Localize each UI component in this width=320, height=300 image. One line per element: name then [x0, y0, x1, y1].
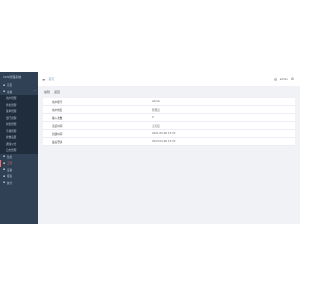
monitor-icon: ▪	[3, 154, 6, 159]
sidebar-item-label: 岗位管理	[6, 123, 17, 127]
hamburger-icon[interactable]: ≡	[42, 77, 45, 82]
app-window: CDS管理系统 ▪ 首页 ▪ 系统 ⌃ 用户管理 角色管理 菜单管理 部门管理 岗位管理 字典管理参…	[0, 72, 300, 224]
app-logo: CDS管理系统	[0, 72, 38, 82]
sidebar-item-label: 通知公告	[6, 142, 17, 146]
sidebar-item-label: 监控	[7, 155, 13, 159]
sidebar-item-label: 报表	[7, 175, 13, 179]
avatar[interactable]	[273, 77, 277, 81]
detail-card: 用户账号 admin 用户姓名 管理员输入次数 0 冻结时间 无冻结创建时间 2021-05-…	[43, 98, 295, 146]
detail-label: 用户账号	[52, 100, 63, 104]
detail-label: 创建时间	[52, 132, 63, 136]
detail-row: 创建时间 2021-05-06 13:23	[43, 130, 295, 138]
detail-row: 用户姓名 管理员	[43, 106, 295, 114]
detail-label: 最后登录	[52, 140, 63, 144]
detail-value: 2023-04-06 13:23	[152, 140, 176, 143]
sidebar-item-label: 用户管理	[6, 97, 17, 101]
settings-gear-icon[interactable]: ⚙	[291, 77, 294, 81]
sidebar-item-label: 参数设置	[6, 136, 17, 140]
sidebar: CDS管理系统 ▪ 首页 ▪ 系统 ⌃ 用户管理 角色管理 菜单管理 部门管理 岗位管理 字典管理参…	[0, 72, 38, 224]
detail-table: 用户账号 admin 用户姓名 管理员输入次数 0 冻结时间 无冻结创建时间 2021-05-…	[43, 98, 295, 146]
detail-value: admin	[152, 100, 161, 103]
detail-value: 0	[152, 116, 154, 119]
detail-row: 冻结时间 无冻结	[43, 122, 295, 130]
tool-icon: ▪	[3, 160, 6, 165]
detail-value: 无冻结	[152, 124, 160, 128]
detail-label: 用户姓名	[52, 108, 63, 112]
sidebar-item-label: 菜单管理	[6, 110, 17, 114]
sidebar-item-label: 字典管理	[6, 129, 17, 133]
header-username[interactable]: admin	[280, 78, 288, 81]
main-content: 编辑 返回 用户账号 admin 用户姓名 管理员输入次数 0 冻结时间 无冻结创建时间 20…	[38, 86, 300, 224]
sidebar-item-label: 工具	[7, 162, 13, 166]
header-right: admin ⚙	[273, 77, 294, 81]
home-icon: ▪	[3, 82, 6, 87]
sidebar-item-label: 日志管理	[6, 149, 17, 153]
breadcrumb[interactable]: 首页	[48, 77, 54, 81]
sidebar-item-label: 系统	[7, 90, 13, 94]
gear-icon: ▪	[3, 89, 6, 94]
sidebar-item-label: 设备	[7, 168, 13, 172]
toolbar: 编辑 返回	[38, 86, 300, 98]
sidebar-menu: ▪ 首页 ▪ 系统 ⌃ 用户管理 角色管理 菜单管理 部门管理 岗位管理 字典管理 参数设置 通知公告日…	[0, 82, 38, 186]
active-indicator	[0, 160, 1, 167]
detail-value: 2021-05-06 13:23	[152, 132, 176, 135]
sidebar-item-label: 角色管理	[6, 103, 17, 107]
detail-value: 管理员	[152, 108, 160, 112]
detail-label: 输入次数	[52, 116, 63, 120]
chart-icon: ▪	[3, 173, 6, 178]
detail-label: 冻结时间	[52, 124, 63, 128]
edit-button[interactable]: 编辑	[44, 90, 50, 94]
detail-row: 用户账号 admin	[43, 98, 295, 106]
chevron-up-icon: ⌃	[33, 90, 36, 94]
sidebar-item[interactable]: ▪ 统计	[0, 180, 38, 187]
sidebar-item-label: 统计	[7, 181, 13, 185]
top-navbar: ≡ 首页 admin ⚙	[38, 72, 300, 87]
sidebar-item-label: 首页	[7, 84, 13, 88]
detail-row: 输入次数 0	[43, 114, 295, 122]
app-title: CDS管理系统	[3, 75, 22, 79]
detail-row: 最后登录 2023-04-06 13:23	[43, 138, 295, 146]
back-button[interactable]: 返回	[54, 90, 60, 94]
sidebar-item-label: 部门管理	[6, 116, 17, 120]
stats-icon: ▪	[3, 180, 6, 185]
device-icon: ▪	[3, 167, 6, 172]
